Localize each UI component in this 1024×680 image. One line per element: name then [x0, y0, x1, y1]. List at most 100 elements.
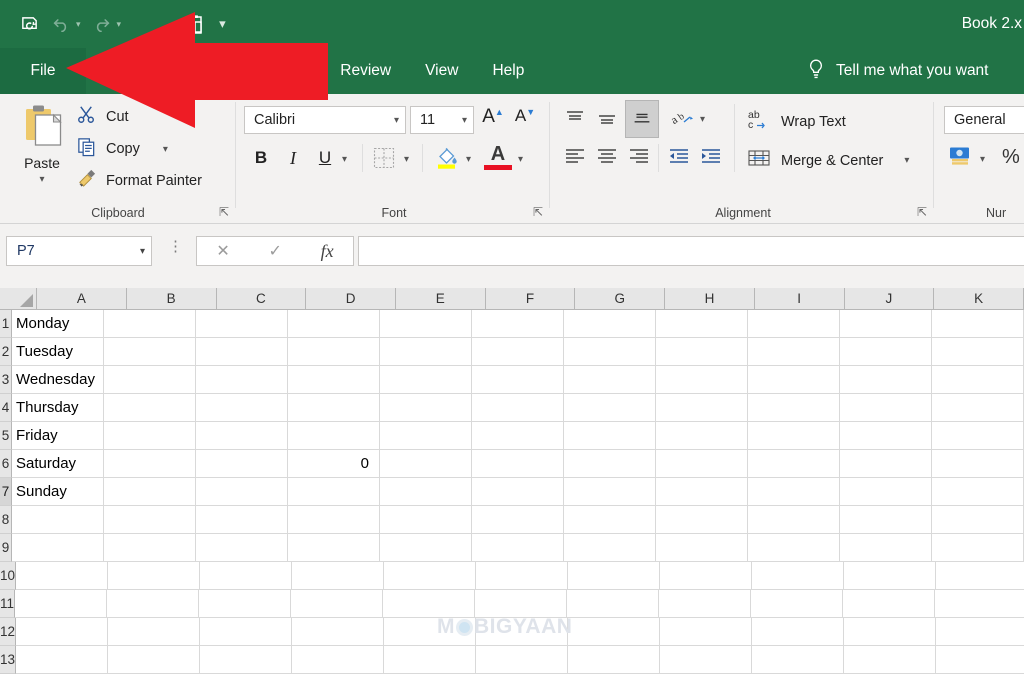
cell-A1[interactable]: Monday: [12, 310, 104, 338]
undo-icon[interactable]: [46, 9, 76, 39]
paste-button[interactable]: Paste ▾: [10, 102, 74, 185]
cell-C5[interactable]: [196, 422, 288, 450]
cell-B13[interactable]: [108, 646, 200, 674]
cell-A9[interactable]: [12, 534, 104, 562]
cell-J7[interactable]: [840, 478, 932, 506]
cell-J2[interactable]: [840, 338, 932, 366]
cell-J13[interactable]: [844, 646, 936, 674]
cell-E10[interactable]: [384, 562, 476, 590]
cell-E3[interactable]: [380, 366, 472, 394]
cell-D2[interactable]: [288, 338, 380, 366]
cell-E4[interactable]: [380, 394, 472, 422]
cell-C13[interactable]: [200, 646, 292, 674]
tab-data[interactable]: Data: [257, 48, 324, 94]
cell-K9[interactable]: [932, 534, 1024, 562]
qat-hidden-icon[interactable]: [127, 9, 157, 39]
font-dialog-launcher[interactable]: ⇱: [533, 205, 547, 219]
cell-H2[interactable]: [656, 338, 748, 366]
cell-I7[interactable]: [748, 478, 840, 506]
row-header-6[interactable]: 6: [0, 450, 12, 478]
cell-E6[interactable]: [380, 450, 472, 478]
cell-F9[interactable]: [472, 534, 564, 562]
cell-C8[interactable]: [196, 506, 288, 534]
cell-A13[interactable]: [16, 646, 108, 674]
cell-A11[interactable]: [15, 590, 107, 618]
increase-indent-button[interactable]: [698, 144, 724, 175]
cell-D3[interactable]: [288, 366, 380, 394]
decrease-indent-button[interactable]: [666, 144, 692, 175]
cell-H11[interactable]: [659, 590, 751, 618]
cell-C3[interactable]: [196, 366, 288, 394]
cell-A5[interactable]: Friday: [12, 422, 104, 450]
borders-dropdown-icon[interactable]: ▾: [404, 154, 409, 165]
cell-D7[interactable]: [288, 478, 380, 506]
row-header-4[interactable]: 4: [0, 394, 12, 422]
bold-button[interactable]: B: [248, 144, 274, 172]
cell-B6[interactable]: [104, 450, 196, 478]
cell-I13[interactable]: [752, 646, 844, 674]
cell-K8[interactable]: [932, 506, 1024, 534]
column-header-C[interactable]: C: [217, 288, 307, 310]
name-box-dropdown-icon[interactable]: ▾: [140, 246, 145, 257]
cell-E9[interactable]: [380, 534, 472, 562]
cell-C10[interactable]: [200, 562, 292, 590]
cell-H6[interactable]: [656, 450, 748, 478]
row-header-5[interactable]: 5: [0, 422, 12, 450]
cell-H7[interactable]: [656, 478, 748, 506]
cell-C9[interactable]: [196, 534, 288, 562]
cell-H5[interactable]: [656, 422, 748, 450]
cell-I5[interactable]: [748, 422, 840, 450]
cell-A10[interactable]: [16, 562, 108, 590]
cell-B10[interactable]: [108, 562, 200, 590]
cell-D13[interactable]: [292, 646, 384, 674]
tab-formulas[interactable]: Formulas: [158, 48, 257, 94]
top-align-button[interactable]: [562, 106, 588, 137]
cell-K3[interactable]: [932, 366, 1024, 394]
cell-I1[interactable]: [748, 310, 840, 338]
row-header-12[interactable]: 12: [0, 618, 16, 646]
cell-A2[interactable]: Tuesday: [12, 338, 104, 366]
cell-F1[interactable]: [472, 310, 564, 338]
cell-C7[interactable]: [196, 478, 288, 506]
cell-I6[interactable]: [748, 450, 840, 478]
cell-J8[interactable]: [840, 506, 932, 534]
cell-K11[interactable]: [935, 590, 1024, 618]
cell-F13[interactable]: [476, 646, 568, 674]
cell-K12[interactable]: [936, 618, 1024, 646]
cell-E7[interactable]: [380, 478, 472, 506]
accounting-dropdown-icon[interactable]: ▾: [980, 154, 985, 165]
cell-C11[interactable]: [199, 590, 291, 618]
cell-D8[interactable]: [288, 506, 380, 534]
cell-E12[interactable]: [384, 618, 476, 646]
cell-G9[interactable]: [564, 534, 656, 562]
cell-B8[interactable]: [104, 506, 196, 534]
fill-color-button[interactable]: [434, 144, 460, 175]
percent-style-button[interactable]: %: [1002, 146, 1020, 169]
save-icon[interactable]: [14, 9, 44, 39]
cell-G1[interactable]: [564, 310, 656, 338]
column-header-J[interactable]: J: [845, 288, 935, 310]
cell-H1[interactable]: [656, 310, 748, 338]
enter-button[interactable]: ✓: [268, 241, 281, 261]
cell-B5[interactable]: [104, 422, 196, 450]
cell-I11[interactable]: [751, 590, 843, 618]
cell-B2[interactable]: [104, 338, 196, 366]
cell-A4[interactable]: Thursday: [12, 394, 104, 422]
italic-button[interactable]: I: [280, 144, 306, 172]
column-header-D[interactable]: D: [306, 288, 396, 310]
column-header-B[interactable]: B: [127, 288, 217, 310]
cell-I4[interactable]: [748, 394, 840, 422]
cell-K7[interactable]: [932, 478, 1024, 506]
cell-G7[interactable]: [564, 478, 656, 506]
copy-button[interactable]: Copy ▾: [76, 136, 168, 162]
cell-I2[interactable]: [748, 338, 840, 366]
bottom-align-button[interactable]: [625, 100, 659, 138]
cell-H9[interactable]: [656, 534, 748, 562]
cell-J11[interactable]: [843, 590, 935, 618]
cell-H4[interactable]: [656, 394, 748, 422]
cut-button[interactable]: Cut: [76, 104, 129, 130]
row-header-1[interactable]: 1: [0, 310, 12, 338]
tab-help[interactable]: Help: [475, 48, 541, 94]
cell-E5[interactable]: [380, 422, 472, 450]
cell-J4[interactable]: [840, 394, 932, 422]
